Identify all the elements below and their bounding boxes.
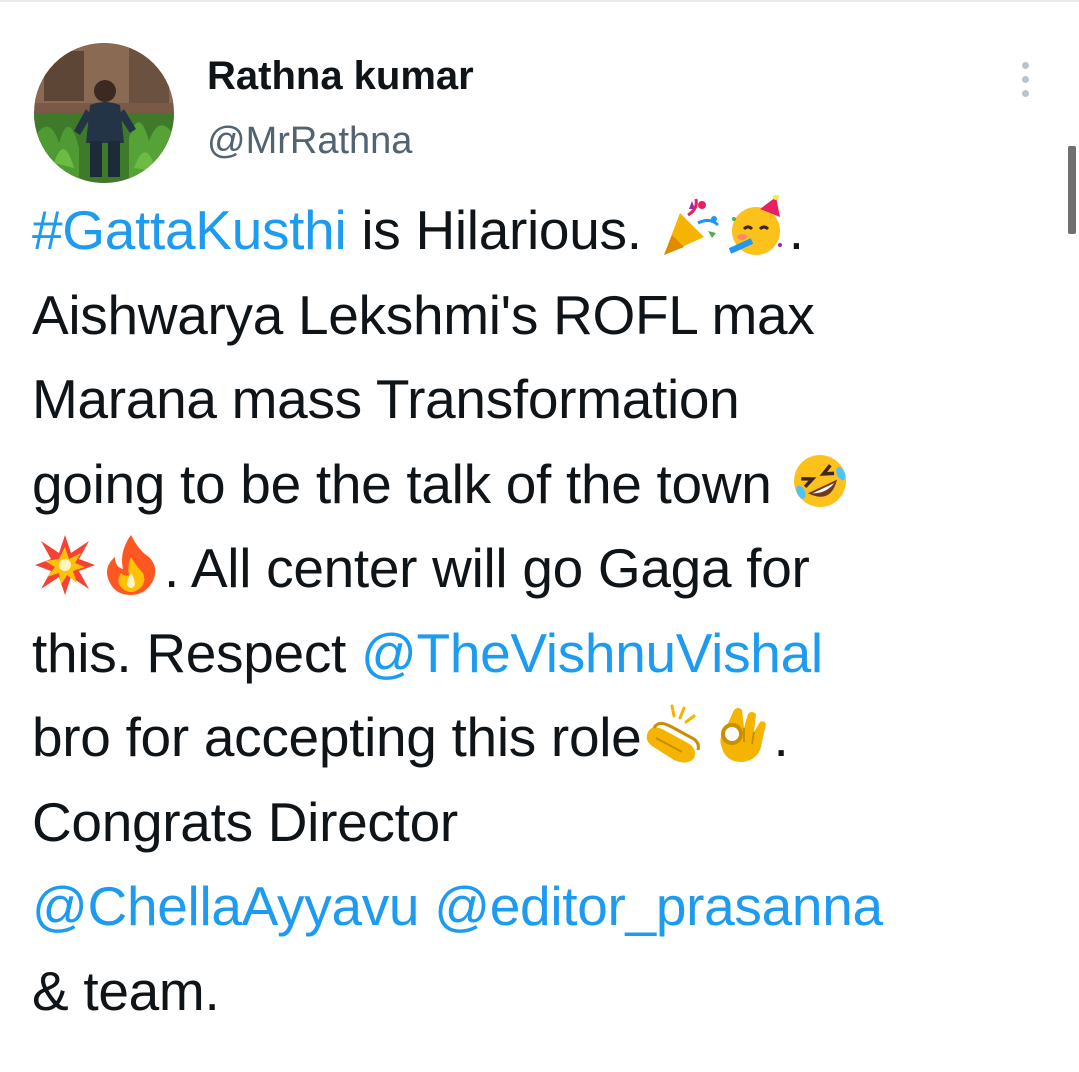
tweet-text-segment: .	[773, 706, 789, 768]
clapping-hands-icon	[642, 702, 706, 766]
avatar[interactable]	[34, 43, 174, 183]
author-handle[interactable]: @MrRathna	[207, 118, 412, 164]
hashtag-link[interactable]: #GattaKusthi	[32, 199, 347, 261]
tweet-text-segment: going to be the talk of the town	[32, 452, 787, 515]
profile-photo-avatar-icon	[34, 43, 174, 183]
tweet-text-segment: & team.	[32, 959, 220, 1022]
tweet-line: Marana mass Transformation	[32, 357, 1042, 442]
tweet-text-segment	[419, 875, 434, 937]
scrollbar-thumb[interactable]	[1068, 146, 1076, 234]
tweet-text-segment: Marana mass Transformation	[32, 368, 740, 430]
mention-link[interactable]: @ChellaAyyavu	[32, 875, 420, 937]
tweet-line: Congrats Director	[32, 780, 1042, 865]
fire-icon	[99, 533, 163, 597]
tweet-line: Aishwarya Lekshmi's ROFL max	[32, 273, 1042, 358]
party-popper-icon	[658, 195, 722, 259]
tweet-line: bro for accepting this role.	[32, 695, 1042, 780]
tweet-line: @ChellaAyyavu @editor_prasanna	[32, 864, 1042, 949]
author-display-name[interactable]: Rathna kumar	[207, 52, 474, 100]
tweet-line: going to be the talk of the town	[32, 442, 1042, 527]
tweet-line: . All center will go Gaga for	[32, 526, 1042, 611]
tweet-text-segment: . All center will go Gaga for	[164, 537, 810, 599]
tweet-text-segment: this. Respect	[32, 621, 361, 684]
top-divider	[0, 0, 1079, 2]
tweet-line: #GattaKusthi is Hilarious. .	[32, 188, 1042, 273]
tweet-text-segment: Aishwarya Lekshmi's ROFL max	[32, 283, 815, 346]
tweet-text-segment: is Hilarious.	[346, 199, 657, 261]
tweet-text-segment: bro for accepting this role	[32, 706, 642, 768]
tweet-text-segment: Congrats Director	[32, 790, 458, 853]
tweet-text: #GattaKusthi is Hilarious. . Aishwarya Le…	[32, 188, 1042, 1033]
rolling-on-floor-laughing-icon	[788, 449, 852, 513]
mention-link[interactable]: @TheVishnuVishal	[361, 622, 823, 684]
tweet-text-segment: .	[788, 199, 804, 261]
tweet-line: & team.	[32, 949, 1042, 1034]
partying-face-icon	[724, 195, 788, 259]
tweet-line: this. Respect @TheVishnuVishal	[32, 611, 1042, 696]
collision-icon	[33, 533, 97, 597]
mention-link[interactable]: @editor_prasanna	[434, 875, 883, 937]
ok-hand-icon	[708, 702, 772, 766]
more-options-button[interactable]	[1008, 58, 1044, 100]
